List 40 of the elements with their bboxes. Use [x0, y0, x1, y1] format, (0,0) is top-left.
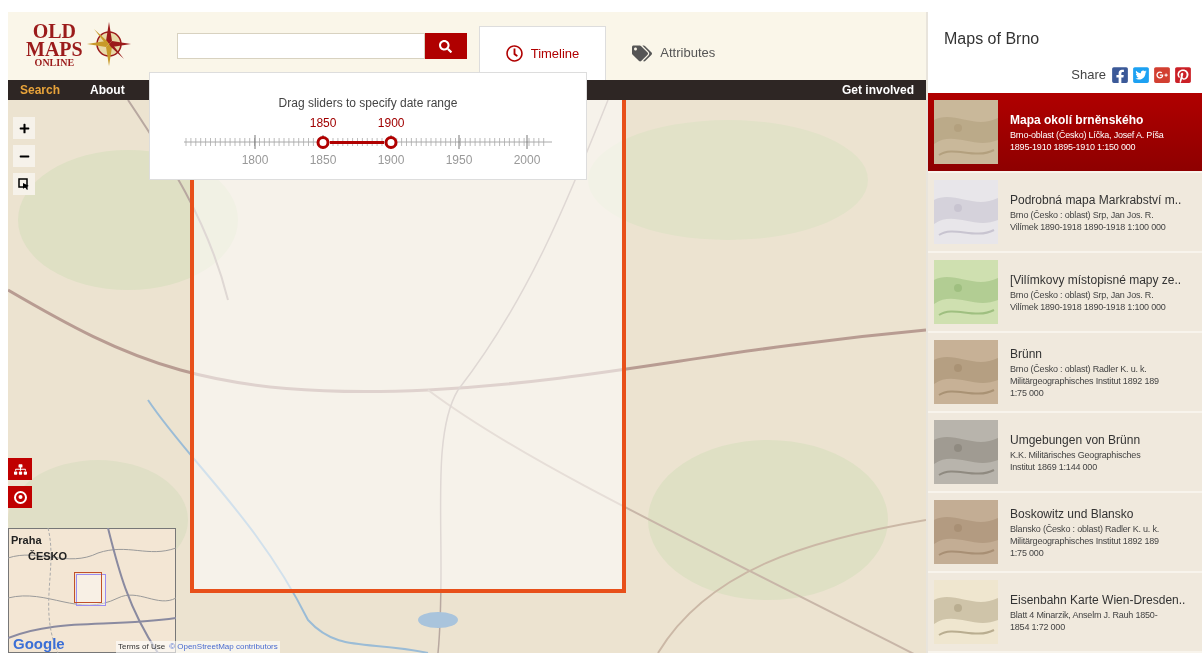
result-title: Boskowitz und Blansko	[1010, 506, 1135, 523]
logo-text: OLD MAPS ONLINE	[26, 21, 83, 67]
pinterest-icon[interactable]	[1174, 65, 1192, 84]
clock-icon	[505, 45, 523, 62]
panel-title: Maps of Brno	[944, 29, 1041, 49]
result-details: Blansko (Česko : oblast) Radler K. u. k.	[1010, 523, 1160, 535]
tags-icon	[632, 44, 653, 62]
result-title: Mapa okolí brněnského	[1010, 112, 1145, 129]
result-details: Vilímek 1890-1918 1890-1918 1:100 000	[1010, 221, 1167, 233]
nav-link[interactable]: Get involved	[841, 81, 914, 99]
result-item[interactable]: Mapa okolí brněnského Brno-oblast (Česko) Líčka, Josef A. Píša 1895-1910 1895-1910 1:150 000	[928, 93, 1202, 173]
nav-link[interactable]: About	[90, 81, 125, 99]
result-details: 1895-1910 1895-1910 1:150 000	[1010, 141, 1137, 153]
result-title: Podrobná mapa Markrabství m..	[1010, 192, 1182, 209]
search-icon	[439, 39, 453, 53]
twitter-icon[interactable]	[1132, 65, 1150, 84]
nav-link[interactable]: Search	[20, 81, 61, 99]
result-title: Brünn	[1010, 346, 1044, 363]
result-details: 1854 1:72 000	[1010, 621, 1066, 633]
result-details: Brno-oblast (Česko) Líčka, Josef A. Píša	[1010, 129, 1164, 141]
search-button[interactable]	[424, 33, 467, 59]
google-plus-icon[interactable]	[1153, 65, 1171, 84]
result-details: Militärgeographisches Institut 1892 189	[1010, 375, 1159, 387]
result-title: Umgebungen von Brünn	[1010, 432, 1141, 449]
result-details: Vilímek 1890-1918 1890-1918 1:100 000	[1010, 301, 1167, 313]
result-details: Institut 1869 1:144 000	[1010, 461, 1098, 473]
result-details: K.K. Militärisches Geographisches	[1010, 449, 1141, 461]
result-details: Militärgeographisches Institut 1892 189	[1010, 535, 1160, 547]
result-details: 1:75 000	[1010, 387, 1045, 399]
result-details: Brno (Česko : oblast) Srp, Jan Jos. R.	[1010, 209, 1155, 221]
result-title: Eisenbahn Karte Wien-Dresden..	[1010, 592, 1186, 609]
result-details: Blatt 4 Minarzik, Anselm J. Rauh 1850-	[1010, 609, 1159, 621]
result-details: Brno (Česko : oblast) Radler K. u. k.	[1010, 363, 1148, 375]
result-details: 1:75 000	[1010, 547, 1045, 559]
tab[interactable]: Attributes	[606, 26, 742, 80]
share-label: Share	[1071, 66, 1106, 84]
result-details: Brno (Česko : oblast) Srp, Jan Jos. R.	[1010, 289, 1155, 301]
search-field[interactable]	[176, 33, 425, 59]
result-title: [Vilímkovy místopisné mapy ze..	[1010, 272, 1182, 289]
facebook-icon[interactable]	[1111, 65, 1129, 84]
